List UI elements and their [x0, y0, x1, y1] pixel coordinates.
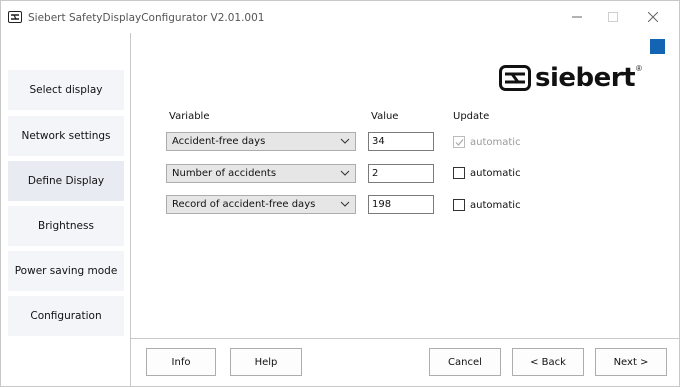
- variable-select-2[interactable]: Number of accidents: [166, 164, 356, 183]
- variable-select-1[interactable]: Accident-free days: [166, 132, 356, 151]
- automatic-checkbox-1[interactable]: automatic: [453, 136, 521, 148]
- help-button-label: Help: [254, 356, 278, 368]
- chevron-down-icon: [340, 138, 350, 144]
- sidebar-item-power-saving-mode[interactable]: Power saving mode: [8, 251, 124, 291]
- automatic-checkbox-2[interactable]: automatic: [453, 167, 521, 179]
- variable-select-3[interactable]: Record of accident-free days: [166, 195, 356, 214]
- column-header-update: Update: [453, 111, 490, 122]
- value-input-2[interactable]: 2: [368, 164, 434, 183]
- value-input-3[interactable]: 198: [368, 195, 434, 214]
- footer-divider: [131, 338, 679, 339]
- sidebar-item-network-settings[interactable]: Network settings: [8, 116, 124, 156]
- checkbox-label: automatic: [470, 199, 521, 211]
- value-input-text: 198: [372, 199, 392, 210]
- column-header-value: Value: [371, 111, 399, 122]
- info-button[interactable]: Info: [146, 348, 216, 376]
- sidebar-item-label: Network settings: [21, 130, 111, 142]
- app-window: Siebert SafetyDisplayConfigurator V2.01.…: [0, 0, 680, 387]
- app-icon: [8, 11, 22, 23]
- sidebar-item-brightness[interactable]: Brightness: [8, 206, 124, 246]
- siebert-logo: siebert ®: [499, 63, 642, 93]
- checkbox-label: automatic: [470, 167, 521, 179]
- sidebar-item-label: Power saving mode: [14, 265, 118, 277]
- maximize-button[interactable]: [599, 7, 627, 27]
- cancel-button[interactable]: Cancel: [429, 348, 501, 376]
- value-input-text: 2: [372, 168, 379, 179]
- value-input-text: 34: [372, 136, 385, 147]
- minimize-icon: [572, 16, 582, 18]
- checkbox-box: [453, 136, 465, 148]
- sidebar-item-select-display[interactable]: Select display: [8, 70, 124, 110]
- close-icon: [648, 12, 658, 22]
- sidebar-item-label: Configuration: [30, 310, 102, 322]
- automatic-checkbox-3[interactable]: automatic: [453, 199, 521, 211]
- checkbox-box: [453, 199, 465, 211]
- window-title: Siebert SafetyDisplayConfigurator V2.01.…: [28, 12, 265, 24]
- sidebar-item-label: Brightness: [38, 220, 94, 232]
- title-bar: Siebert SafetyDisplayConfigurator V2.01.…: [1, 1, 679, 33]
- registered-mark: ®: [636, 63, 642, 73]
- chevron-down-icon: [340, 201, 350, 207]
- close-button[interactable]: [639, 7, 667, 27]
- checkbox-label: automatic: [470, 136, 521, 148]
- checkbox-box: [453, 167, 465, 179]
- siebert-logo-icon: [499, 65, 531, 91]
- logo-wordmark: siebert: [535, 63, 636, 93]
- variable-select-value: Number of accidents: [172, 168, 277, 179]
- sidebar: Select display Network settings Define D…: [1, 33, 131, 386]
- value-input-1[interactable]: 34: [368, 132, 434, 151]
- next-button[interactable]: Next >: [595, 348, 667, 376]
- sidebar-item-label: Define Display: [27, 175, 105, 187]
- next-button-label: Next >: [613, 356, 649, 368]
- minimize-button[interactable]: [563, 7, 591, 27]
- maximize-icon: [608, 12, 618, 22]
- column-header-variable: Variable: [169, 111, 210, 122]
- chevron-down-icon: [340, 170, 350, 176]
- sidebar-item-define-display[interactable]: Define Display: [8, 161, 124, 201]
- back-button[interactable]: < Back: [512, 348, 584, 376]
- checkmark-icon: [455, 139, 464, 146]
- sidebar-item-configuration[interactable]: Configuration: [8, 296, 124, 336]
- variable-select-value: Accident-free days: [172, 136, 266, 147]
- status-indicator: [650, 39, 665, 54]
- back-button-label: < Back: [530, 356, 566, 368]
- help-button[interactable]: Help: [230, 348, 302, 376]
- info-button-label: Info: [171, 356, 191, 368]
- cancel-button-label: Cancel: [448, 356, 482, 368]
- sidebar-item-label: Select display: [29, 84, 103, 96]
- variable-select-value: Record of accident-free days: [172, 199, 316, 210]
